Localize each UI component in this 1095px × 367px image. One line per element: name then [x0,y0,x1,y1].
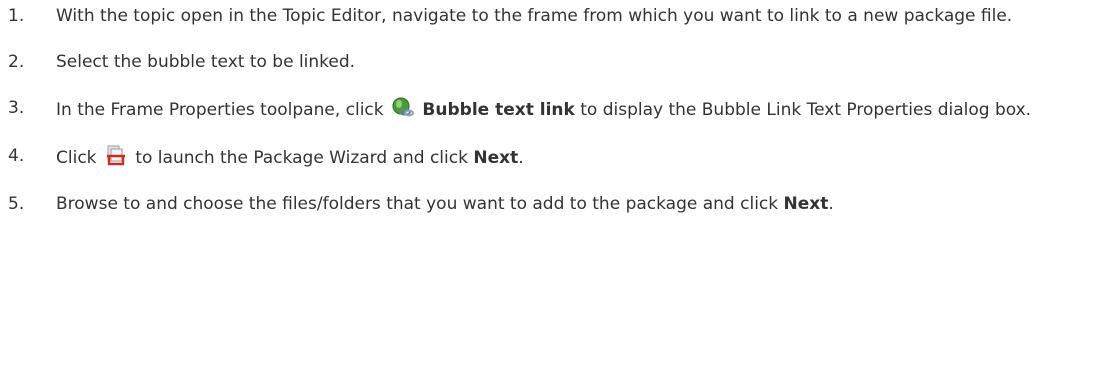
step-5: 5. Browse to and choose the files/folder… [0,192,1095,216]
step-text-post: . [518,148,524,168]
step-text-pre: In the Frame Properties toolpane, click [56,100,384,120]
step-2: 2. Select the bubble text to be linked. [0,50,1095,74]
step-number: 5. [8,194,25,214]
bubble-text-link-label: Bubble text link [422,100,575,120]
step-3: 3. In the Frame Properties toolpane, cli… [0,96,1095,122]
step-number: 4. [8,146,25,166]
step-number: 3. [8,98,25,118]
next-label: Next [473,148,519,168]
step-text-pre: Click [56,148,97,168]
step-text-pre: Browse to and choose the files/folders t… [56,194,779,214]
step-text: Select the bubble text to be linked. [56,52,356,72]
step-number: 1. [8,6,25,26]
step-text-post: . [828,194,834,214]
step-text-mid: to launch the Package Wizard and click [135,148,468,168]
next-label: Next [783,194,829,214]
step-1: 1. With the topic open in the Topic Edit… [0,4,1095,28]
step-number: 2. [8,52,25,72]
package-wizard-icon [105,144,127,166]
step-text-post: to display the Bubble Link Text Properti… [580,100,1032,120]
procedure-steps: 1. With the topic open in the Topic Edit… [0,0,1095,216]
bubble-text-link-icon [392,96,415,118]
step-4: 4. Click to launch the Package Wizard an… [0,144,1095,170]
step-text: With the topic open in the Topic Editor,… [56,6,1013,26]
